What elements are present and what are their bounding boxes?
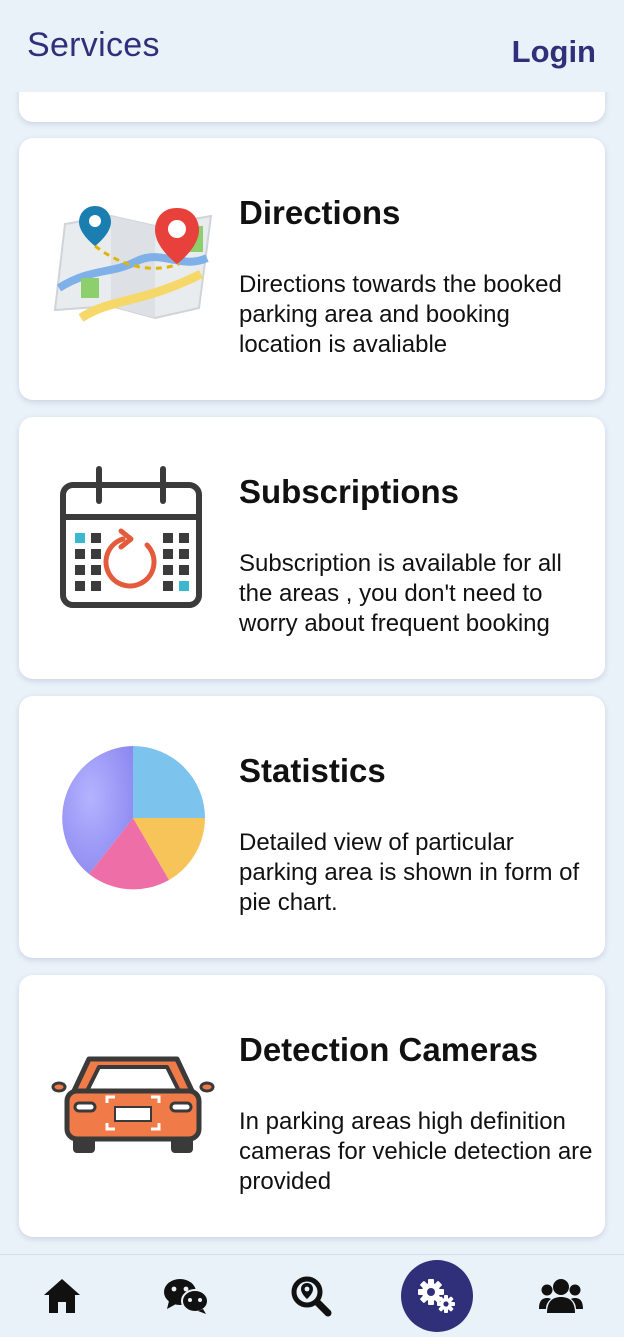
service-card-statistics[interactable]: Statistics Detailed view of particular p… (19, 696, 605, 958)
service-card-detection-cameras[interactable]: Detection Cameras In parking areas high … (19, 975, 605, 1237)
nav-users[interactable] (521, 1255, 601, 1337)
settings-icon (418, 1279, 455, 1313)
card-title: Statistics (239, 752, 386, 789)
users-icon (539, 1279, 583, 1313)
nav-chat[interactable] (146, 1255, 226, 1337)
card-description: Detailed view of particular parking area… (239, 829, 580, 916)
services-list[interactable]: Directions Directions towards the booked… (0, 92, 624, 1254)
nav-settings[interactable] (401, 1260, 473, 1332)
map-directions-icon (51, 178, 215, 342)
card-description: Subscription is available for all the ar… (239, 550, 562, 637)
page-title: Services (27, 26, 160, 64)
chat-icon (164, 1279, 209, 1314)
car-camera-icon (51, 1015, 215, 1179)
card-description: In parking areas high definition cameras… (239, 1108, 593, 1195)
card-title: Subscriptions (239, 473, 460, 510)
service-card-directions[interactable]: Directions Directions towards the booked… (19, 138, 605, 400)
nav-home[interactable] (22, 1255, 102, 1337)
search-location-icon (291, 1276, 332, 1317)
card-title: Detection Cameras (239, 1031, 538, 1068)
service-card-partial[interactable] (19, 92, 605, 122)
nav-search[interactable] (271, 1255, 351, 1337)
app-header: Services Login (0, 0, 624, 92)
login-button[interactable]: Login (512, 34, 596, 70)
service-card-subscriptions[interactable]: Subscriptions Subscription is available … (19, 417, 605, 679)
card-description: Directions towards the booked parking ar… (239, 271, 562, 358)
home-icon (44, 1279, 80, 1313)
card-title: Directions (239, 194, 401, 231)
calendar-refresh-icon (51, 457, 215, 621)
bottom-nav (0, 1254, 624, 1337)
pie-chart-icon (51, 736, 215, 900)
